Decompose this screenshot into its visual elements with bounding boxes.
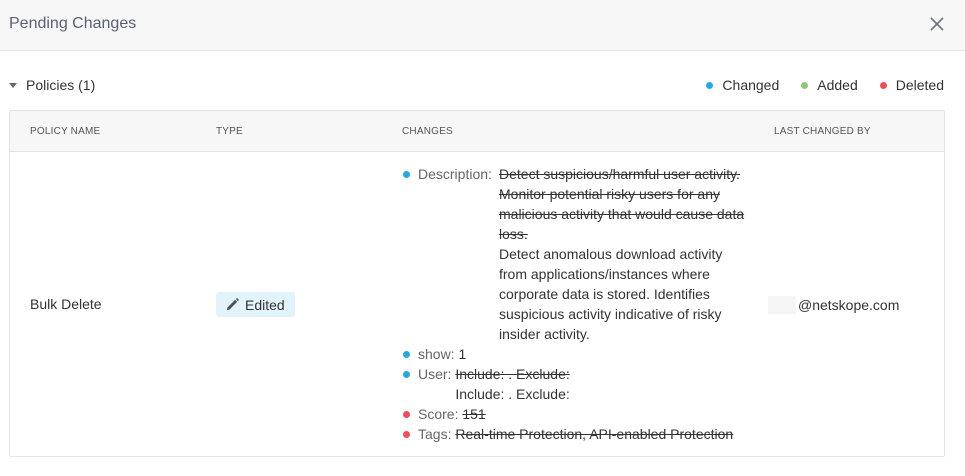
close-icon[interactable] <box>928 15 946 33</box>
header-type: TYPE <box>216 126 243 137</box>
status-badge: Edited <box>216 292 295 317</box>
change-description: Description: Detect suspicious/harmful u… <box>402 164 752 344</box>
new-value: 1 <box>458 346 467 362</box>
change-label: Description: <box>418 166 492 182</box>
legend-deleted: Deleted <box>879 77 944 93</box>
changes-table: POLICY NAME TYPE CHANGES LAST CHANGED BY… <box>9 110 945 457</box>
changed-dot-icon <box>403 351 410 358</box>
change-label: show: <box>418 346 455 362</box>
change-user: User: Include: . Exclude: Include: . Exc… <box>402 364 752 404</box>
legend-label: Changed <box>722 77 780 93</box>
changed-dot-icon <box>403 171 410 178</box>
header-changes: CHANGES <box>402 126 453 137</box>
header-last-changed-by: LAST CHANGED BY <box>774 126 871 137</box>
changed-dot-icon <box>403 371 410 378</box>
deleted-dot-icon <box>403 411 410 418</box>
user-email: @netskope.com <box>798 297 900 313</box>
change-show: show: 1 <box>402 344 752 364</box>
change-label: User: <box>418 366 452 382</box>
change-label: Tags: <box>418 426 452 442</box>
section-title[interactable]: Policies (1) <box>26 77 95 93</box>
added-dot-icon <box>801 81 809 89</box>
legend-added: Added <box>801 77 858 93</box>
changed-dot-icon <box>706 81 714 89</box>
badge-label: Edited <box>245 296 285 313</box>
new-value: Detect anomalous download activity from … <box>499 246 723 342</box>
redacted-username <box>768 296 796 314</box>
legend-changed: Changed <box>706 77 779 93</box>
table-header: POLICY NAME TYPE CHANGES LAST CHANGED BY <box>10 111 944 152</box>
collapse-caret-icon[interactable] <box>9 83 17 88</box>
legend-label: Added <box>817 77 858 93</box>
old-value: 151 <box>462 406 486 422</box>
change-tags: Tags: Real-time Protection, API-enabled … <box>402 424 752 444</box>
change-score: Score: 151 <box>402 404 752 424</box>
header-policy-name: POLICY NAME <box>30 126 101 137</box>
dialog-title: Pending Changes <box>9 15 137 32</box>
dialog-header: Pending Changes <box>0 0 965 51</box>
legend: Changed Added Deleted <box>684 77 944 93</box>
deleted-dot-icon <box>879 81 887 89</box>
change-label: Score: <box>418 406 459 422</box>
last-changed-by: @netskope.com <box>768 296 899 314</box>
deleted-dot-icon <box>403 431 410 438</box>
policies-section-header: Policies (1) Changed Added Deleted <box>0 72 965 98</box>
pencil-icon <box>226 298 239 311</box>
legend-label: Deleted <box>895 77 944 93</box>
old-value: Detect suspicious/harmful user activity.… <box>499 166 745 242</box>
old-value: Real-time Protection, API-enabled Protec… <box>455 426 734 442</box>
old-value: Include: . Exclude: <box>455 366 570 382</box>
changes-list: Description: Detect suspicious/harmful u… <box>402 164 752 444</box>
table-row: Bulk Delete Edited Description: Detect s… <box>10 152 944 456</box>
policy-name: Bulk Delete <box>30 296 102 312</box>
new-value: Include: . Exclude: <box>455 386 570 402</box>
